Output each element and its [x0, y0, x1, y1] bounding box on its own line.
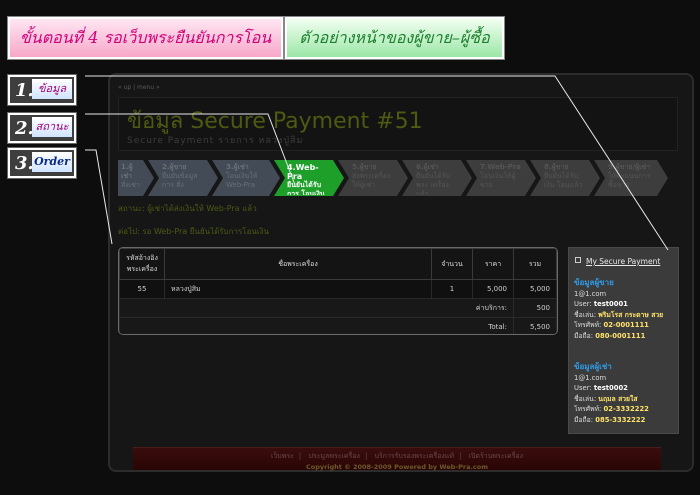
step-name: 6.ผู้เช่า	[416, 163, 439, 171]
cell-name: หลวงปู่สิม	[164, 279, 432, 299]
status-text: สถานะ: ผู้เช่าได้ส่งเงินให้ Web-Pra แล้ว	[118, 204, 257, 213]
seller-user: test0001	[593, 300, 628, 308]
buyer-user: test0002	[593, 384, 628, 392]
example-page-button[interactable]: ตัวอย่างหน้าของผู้ขาย–ผู้ซื้อ	[285, 17, 504, 59]
bullet-icon	[575, 257, 581, 263]
step-9: 9.ผู้ขาย/ผู้เช่า ให้คะแนนการซื้อขาย	[594, 160, 668, 196]
step-desc: ยืนยันข้อมูลการ สั่ง	[162, 172, 198, 189]
cell-qty: 1	[431, 279, 473, 299]
annotation-label-order: 3. Order	[8, 148, 76, 178]
step-1: 1.ผู้เช่า สั่งเช่า	[118, 160, 154, 196]
seller-heading: ข้อมูลผู้ขาย	[574, 278, 614, 287]
annotation-label-info: 1. ข้อมูล	[8, 75, 76, 105]
seller-name: พริมโรส กระดาษ สวย	[598, 310, 664, 319]
buyer-mobile: 085-3332222	[595, 415, 646, 424]
cell-ref: 55	[119, 279, 165, 299]
step-desc: โอนเงินให้ผู้ขาย	[480, 172, 516, 189]
order-table: รหัสอ้างอิง พระเครื่อง ชื่อพระเครื่อง จำ…	[119, 248, 557, 334]
step-desc: ส่งพระเครื่องให้ผู้เช่า	[352, 172, 391, 189]
footer-link[interactable]: บริการรับรองพระเครื่องแท้	[375, 452, 454, 460]
seller-phone-label: โทรศัพท์:	[574, 321, 602, 329]
step-desc: ยืนยันได้รับเงิน โอนแล้ว	[544, 172, 583, 189]
buyer-heading: ข้อมูลผู้เช่า	[574, 362, 612, 371]
annotation-number: 3.	[15, 153, 34, 174]
step-desc: โอนเงินให้ Web-Pra	[226, 172, 258, 189]
seller-mobile-label: มือถือ:	[574, 331, 594, 340]
table-row: 55 หลวงปู่สิม 1 5,000 5,000	[119, 279, 557, 299]
step-8: 8.ผู้ขาย ยืนยันได้รับเงิน โอนแล้ว	[530, 160, 600, 196]
total-label: Total:	[119, 317, 514, 334]
step-name: 8.ผู้ขาย	[544, 163, 569, 171]
buyer-user-label: User:	[574, 384, 592, 392]
step-4: 4.Web-Praยืนยันได้รับการ โอนเงินจากผู้เช…	[274, 160, 344, 196]
seller-info: ข้อมูลผู้ขาย 1@1.com User: test0001 ชื่อ…	[574, 278, 663, 341]
column-header-qty: จำนวน	[431, 248, 473, 280]
buyer-phone: 02-3332222	[603, 405, 649, 413]
step-desc: สั่งเช่า	[121, 181, 140, 189]
service-fee-value: 500	[513, 298, 557, 318]
total-value: 5,500	[513, 317, 557, 334]
step-name: 3.ผู้เช่า	[226, 163, 249, 171]
column-header-price: ราคา	[472, 248, 514, 280]
service-fee-label: ค่าบริการ:	[119, 298, 514, 318]
step-2: 2.ผู้ขาย ยืนยันข้อมูลการ สั่ง	[148, 160, 218, 196]
page-subtitle: Secure Payment รายการ หลวงปู่สิม	[127, 136, 304, 146]
step-name: 4.Web-Pra	[287, 163, 319, 181]
total-row: Total: 5,500	[119, 317, 557, 334]
footer-link[interactable]: ประมูลพระเครื่อง	[308, 452, 359, 460]
tutorial-step-label: ขั้นตอนที่ 4 รอเว็บพระยืนยันการโอน	[19, 28, 272, 47]
annotation-number: 1.	[15, 80, 34, 101]
breadcrumb[interactable]: « up | menu »	[118, 84, 160, 91]
tutorial-step-button[interactable]: ขั้นตอนที่ 4 รอเว็บพระยืนยันการโอน	[8, 17, 283, 59]
step-name: 5.ผู้ขาย	[352, 163, 377, 171]
seller-email: 1@1.com	[574, 289, 607, 298]
step-6: 6.ผู้เช่า ยืนยันได้รับพระ เครื่องแล้ว	[402, 160, 472, 196]
column-header-name: ชื่อพระเครื่อง	[164, 248, 432, 280]
step-name: 9.ผู้ขาย/ผู้เช่า	[608, 163, 651, 171]
sidebar: My Secure Payment ข้อมูลผู้ขาย 1@1.com U…	[568, 247, 679, 434]
footer-link[interactable]: เปิดร้านพระเครื่อง	[469, 452, 523, 460]
column-header-total: รวม	[513, 248, 557, 280]
buyer-name-label: ชื่อเล่น:	[574, 394, 597, 403]
step-name: 1.ผู้เช่า	[121, 163, 133, 180]
my-secure-payment-link[interactable]: My Secure Payment	[586, 257, 660, 266]
service-fee-row: ค่าบริการ: 500	[119, 298, 557, 318]
seller-mobile: 080-0001111	[595, 331, 646, 340]
annotation-text: ข้อมูล	[32, 79, 72, 99]
footer-copyright: Copyright © 2008-2009 Powered by Web-Pra…	[305, 463, 489, 471]
step-desc: ยืนยันได้รับพระ เครื่องแล้ว	[416, 172, 451, 195]
annotation-number: 2.	[15, 118, 34, 139]
step-name: 7.Web-Pra	[480, 163, 521, 171]
footer-link[interactable]: เว็บพระ	[271, 452, 294, 460]
column-header-ref: รหัสอ้างอิง พระเครื่อง	[119, 248, 165, 280]
step-name: 2.ผู้ขาย	[162, 163, 187, 171]
annotation-text: Order	[32, 152, 72, 172]
buyer-name: นฤมล สวยใส	[598, 394, 638, 403]
cell-total: 5,000	[513, 279, 557, 299]
step-desc: ให้คะแนนการซื้อขาย	[608, 172, 651, 189]
step-5: 5.ผู้ขาย ส่งพระเครื่องให้ผู้เช่า	[338, 160, 408, 196]
order-table-panel: รหัสอ้างอิง พระเครื่อง ชื่อพระเครื่อง จำ…	[118, 247, 558, 335]
step-3: 3.ผู้เช่า โอนเงินให้ Web-Pra	[212, 160, 280, 196]
buyer-email: 1@1.com	[574, 373, 607, 382]
cell-price: 5,000	[472, 279, 514, 299]
example-page-label: ตัวอย่างหน้าของผู้ขาย–ผู้ซื้อ	[299, 28, 490, 47]
buyer-phone-label: โทรศัพท์:	[574, 405, 602, 413]
seller-user-label: User:	[574, 300, 592, 308]
seller-phone: 02-0001111	[603, 321, 649, 329]
next-step-text: ต่อไป: รอ Web-Pra ยืนยันได้รับการโอนเงิน	[118, 227, 269, 236]
step-7: 7.Web-Pra โอนเงินให้ผู้ขาย	[466, 160, 536, 196]
progress-steps: 1.ผู้เช่า สั่งเช่า 2.ผู้ขาย ยืนยันข้อมูลกา…	[118, 160, 678, 196]
buyer-info: ข้อมูลผู้เช่า 1@1.com User: test0002 ชื่…	[574, 362, 649, 425]
annotation-label-status: 2. สถานะ	[8, 113, 76, 143]
step-desc: ยืนยันได้รับการ โอนเงินจากผู้เช่า	[287, 181, 325, 195]
seller-name-label: ชื่อเล่น:	[574, 310, 597, 319]
footer: เว็บพระ | ประมูลพระเครื่อง | บริการรับรองพ…	[133, 447, 661, 471]
annotation-text: สถานะ	[32, 117, 72, 137]
footer-links: เว็บพระ | ประมูลพระเครื่อง | บริการรับรองพ…	[270, 452, 524, 460]
buyer-mobile-label: มือถือ:	[574, 415, 594, 424]
